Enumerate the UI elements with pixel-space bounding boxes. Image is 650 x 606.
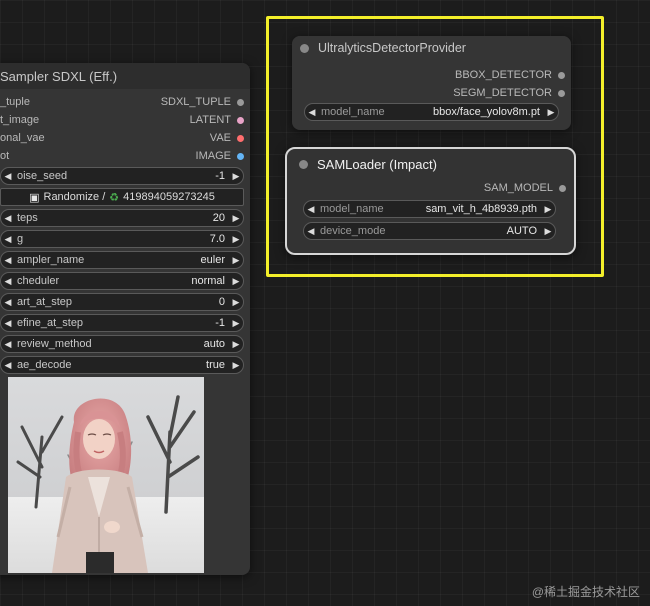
sam-device-mode-widget[interactable]: ◀ device_mode AUTO ▶ <box>303 222 556 240</box>
right-arrow-icon[interactable]: ▶ <box>541 226 555 237</box>
watermark: @稀土掘金技术社区 <box>531 585 640 599</box>
output-slot-bbox-detector[interactable] <box>558 71 565 79</box>
left-arrow-icon[interactable]: ◀ <box>305 107 319 118</box>
right-arrow-icon[interactable]: ▶ <box>544 107 558 118</box>
cfg-widget[interactable]: ◀ g 7.0 ▶ <box>0 230 244 248</box>
samloader-node[interactable]: SAMLoader (Impact) SAM_MODEL ◀ model_nam… <box>285 147 576 255</box>
node-title-bar[interactable]: Sampler SDXL (Eff.) <box>0 63 250 89</box>
left-arrow-icon[interactable]: ◀ <box>1 255 15 266</box>
preview-image <box>8 377 204 573</box>
output-bbox-detector: BBOX_DETECTOR <box>292 66 571 84</box>
right-arrow-icon[interactable]: ▶ <box>229 318 243 329</box>
sam-model-name-widget[interactable]: ◀ model_name sam_vit_h_4b8939.pth ▶ <box>303 200 556 218</box>
left-arrow-icon[interactable]: ◀ <box>304 226 318 237</box>
io-row-latent: t_image LATENT <box>0 111 250 129</box>
node-title-bar[interactable]: SAMLoader (Impact) <box>287 149 574 179</box>
cube-icon: ▣ <box>29 191 40 204</box>
output-sam-model: SAM_MODEL <box>287 179 574 197</box>
right-arrow-icon[interactable]: ▶ <box>229 276 243 287</box>
output-slot-latent[interactable] <box>237 116 244 124</box>
output-slot-segm-detector[interactable] <box>558 89 565 97</box>
left-arrow-icon[interactable]: ◀ <box>1 318 15 329</box>
left-arrow-icon[interactable]: ◀ <box>304 204 318 215</box>
noise-seed-widget[interactable]: ◀ oise_seed -1 ▶ <box>0 167 244 185</box>
left-arrow-icon[interactable]: ◀ <box>1 339 15 350</box>
collapse-dot-icon[interactable] <box>299 159 308 169</box>
sampler-sdxl-node[interactable]: Sampler SDXL (Eff.) _tuple SDXL_TUPLE t_… <box>0 63 250 575</box>
preview-image-illustration <box>8 377 204 573</box>
io-row-image: ot IMAGE <box>0 147 250 165</box>
right-arrow-icon[interactable]: ▶ <box>229 171 243 182</box>
detector-model-name-widget[interactable]: ◀ model_name bbox/face_yolov8m.pt ▶ <box>304 103 559 121</box>
right-arrow-icon[interactable]: ▶ <box>229 255 243 266</box>
left-arrow-icon[interactable]: ◀ <box>1 297 15 308</box>
collapse-dot-icon[interactable] <box>300 43 309 53</box>
node-title: Sampler SDXL (Eff.) <box>0 68 118 84</box>
start-at-step-widget[interactable]: ◀ art_at_step 0 ▶ <box>0 293 244 311</box>
output-slot-vae[interactable] <box>237 134 244 142</box>
left-arrow-icon[interactable]: ◀ <box>1 234 15 245</box>
io-row-tuple: _tuple SDXL_TUPLE <box>0 93 250 111</box>
right-arrow-icon[interactable]: ▶ <box>229 360 243 371</box>
sampler-name-widget[interactable]: ◀ ampler_name euler ▶ <box>0 251 244 269</box>
node-title: UltralyticsDetectorProvider <box>318 41 466 55</box>
randomize-seed-button[interactable]: ▣ Randomize / ♻ 419894059273245 <box>0 188 244 206</box>
node-title: SAMLoader (Impact) <box>317 156 437 172</box>
scheduler-widget[interactable]: ◀ cheduler normal ▶ <box>0 272 244 290</box>
output-segm-detector: SEGM_DETECTOR <box>292 84 571 102</box>
preview-method-widget[interactable]: ◀ review_method auto ▶ <box>0 335 244 353</box>
refine-at-step-widget[interactable]: ◀ efine_at_step -1 ▶ <box>0 314 244 332</box>
right-arrow-icon[interactable]: ▶ <box>229 297 243 308</box>
output-slot-image[interactable] <box>237 152 244 160</box>
left-arrow-icon[interactable]: ◀ <box>1 213 15 224</box>
left-arrow-icon[interactable]: ◀ <box>1 276 15 287</box>
right-arrow-icon[interactable]: ▶ <box>229 339 243 350</box>
vae-decode-widget[interactable]: ◀ ae_decode true ▶ <box>0 356 244 374</box>
output-slot-sam-model[interactable] <box>559 184 566 192</box>
node-title-bar[interactable]: UltralyticsDetectorProvider <box>292 36 571 60</box>
ultralytics-detector-node[interactable]: UltralyticsDetectorProvider BBOX_DETECTO… <box>292 36 571 130</box>
left-arrow-icon[interactable]: ◀ <box>1 171 15 182</box>
steps-widget[interactable]: ◀ teps 20 ▶ <box>0 209 244 227</box>
output-slot-sdxl-tuple[interactable] <box>237 98 244 106</box>
right-arrow-icon[interactable]: ▶ <box>229 213 243 224</box>
right-arrow-icon[interactable]: ▶ <box>541 204 555 215</box>
right-arrow-icon[interactable]: ▶ <box>229 234 243 245</box>
recycle-icon: ♻ <box>109 191 120 204</box>
io-row-vae: onal_vae VAE <box>0 129 250 147</box>
left-arrow-icon[interactable]: ◀ <box>1 360 15 371</box>
